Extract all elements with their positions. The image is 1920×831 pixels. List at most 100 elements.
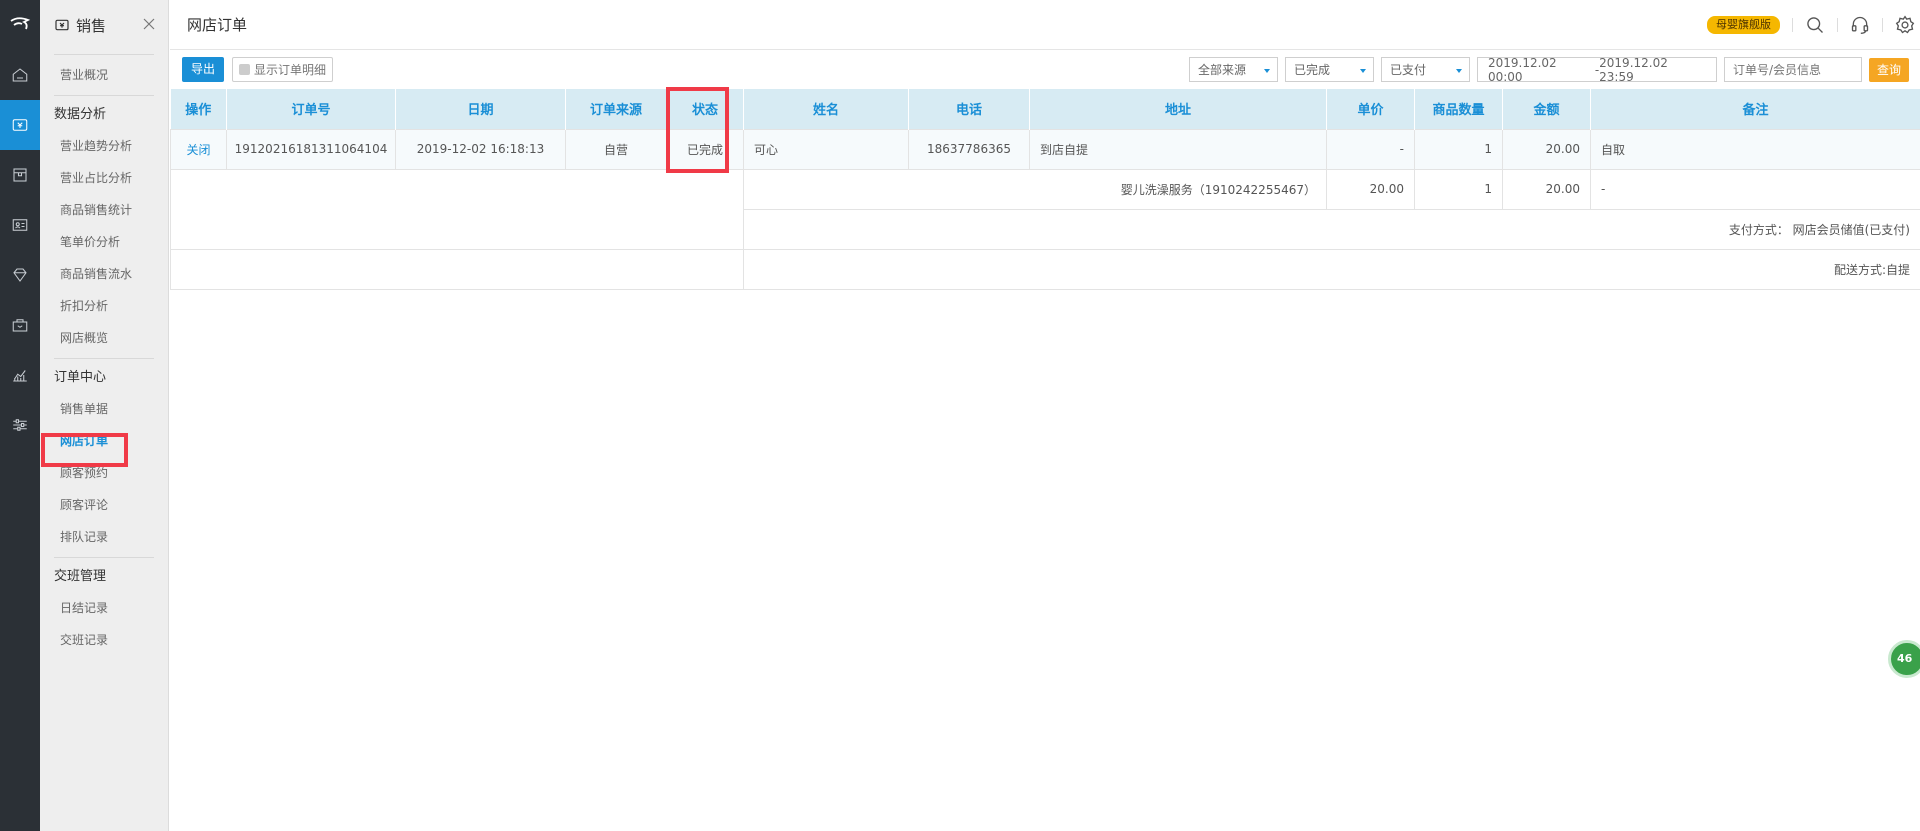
column-header: 订单号 <box>226 89 396 129</box>
status-select-value: 已完成 <box>1293 63 1330 77</box>
staff-icon[interactable] <box>0 300 40 350</box>
sales-icon <box>55 19 69 31</box>
checkbox-box[interactable] <box>239 63 251 75</box>
sidebar-item-discount[interactable]: 折扣分析 <box>40 290 168 322</box>
sidebar: 销售 营业概况 数据分析 营业趋势分析 营业占比分析 商品销售统计 笔单价分析 … <box>40 0 169 831</box>
close-order-link[interactable]: 关闭 <box>186 143 210 157</box>
divider <box>1837 18 1838 32</box>
app-rail <box>0 0 40 831</box>
highlight-box <box>41 433 128 467</box>
close-icon[interactable] <box>142 17 156 31</box>
empty-cell <box>170 248 744 290</box>
sidebar-header: 销售 <box>40 0 168 50</box>
home-icon[interactable] <box>0 50 40 100</box>
pay-select[interactable]: 已支付 <box>1380 57 1470 82</box>
customer-phone: 18637786365 <box>908 128 1030 170</box>
sidebar-item-goods-flow[interactable]: 商品销售流水 <box>40 258 168 290</box>
report-icon[interactable] <box>0 350 40 400</box>
show-detail-label: 显示订单明细 <box>254 62 327 77</box>
goods-icon[interactable] <box>0 150 40 200</box>
search-icon[interactable] <box>1805 15 1825 35</box>
divider <box>1882 18 1883 32</box>
show-detail-checkbox[interactable]: 显示订单明细 <box>232 56 334 82</box>
table-header: 操作 订单号 日期 订单来源 状态 姓名 电话 地址 单价 商品数量 金额 备注 <box>170 89 1920 129</box>
pay-select-value: 已支付 <box>1389 63 1426 77</box>
sidebar-item-overview[interactable]: 营业概况 <box>40 59 168 91</box>
delivery-method: 配送方式:自提 <box>743 248 1920 290</box>
sidebar-item-goods-stats[interactable]: 商品销售统计 <box>40 194 168 226</box>
date-range-picker[interactable]: 2019.12.02 00:00 - 2019.12.02 23:59 <box>1476 55 1717 84</box>
member-icon[interactable] <box>0 200 40 250</box>
sidebar-item-ticket-price[interactable]: 笔单价分析 <box>40 226 168 258</box>
orders-table: 操作 订单号 日期 订单来源 状态 姓名 电话 地址 单价 商品数量 金额 备注… <box>170 89 1920 290</box>
order-date: 2019-12-02 16:18:13 <box>395 128 566 170</box>
caret-down-icon <box>1359 69 1366 73</box>
column-header: 商品数量 <box>1414 89 1503 129</box>
filter-bar: 全部来源 已完成 已支付 2019.12.02 00:00 - 2019.12.… <box>1182 55 1909 84</box>
sidebar-item-reviews[interactable]: 顾客评论 <box>40 489 168 521</box>
table-row[interactable]: 关闭 19120216181311064104 2019-12-02 16:18… <box>170 128 1920 170</box>
headset-icon[interactable] <box>1850 15 1870 35</box>
divider <box>54 95 154 96</box>
column-header: 地址 <box>1029 89 1327 129</box>
product-name: 婴儿洗澡服务（1910242255467） <box>743 168 1327 210</box>
top-bar: 网店订单 母婴旗舰版 <box>170 0 1920 50</box>
sales-icon[interactable] <box>0 100 40 150</box>
customer-name: 可心 <box>743 128 909 170</box>
column-header: 备注 <box>1590 89 1920 129</box>
customer-address: 到店自提 <box>1029 128 1327 170</box>
sidebar-item-shift-records[interactable]: 交班记录 <box>40 624 168 656</box>
query-button[interactable]: 查询 <box>1868 57 1909 82</box>
sidebar-title: 销售 <box>76 16 107 35</box>
sidebar-group-orders: 订单中心 <box>54 370 107 385</box>
date-end: 2019.12.02 23:59 <box>1599 55 1668 84</box>
edition-badge: 母婴旗舰版 <box>1707 16 1780 34</box>
sidebar-item-queue[interactable]: 排队记录 <box>40 521 168 553</box>
settings-sliders-icon[interactable] <box>0 400 40 450</box>
sidebar-item-ratio[interactable]: 营业占比分析 <box>40 162 168 194</box>
logo-icon <box>0 0 40 50</box>
status-select[interactable]: 已完成 <box>1284 57 1374 82</box>
divider <box>54 358 154 359</box>
column-header: 姓名 <box>743 89 909 129</box>
table-row-delivery: 配送方式:自提 <box>170 248 1920 290</box>
caret-down-icon <box>1263 69 1270 73</box>
highlight-box <box>666 87 729 173</box>
divider <box>54 557 154 558</box>
caret-down-icon <box>1455 69 1462 73</box>
main-content: 网店订单 母婴旗舰版 导出 显示订单明细 全部来源 已完成 已支付 2019.1… <box>170 0 1920 831</box>
empty-cell <box>170 168 744 250</box>
order-number: 19120216181311064104 <box>226 128 396 170</box>
divider <box>1792 18 1793 32</box>
toolbar: 导出 显示订单明细 全部来源 已完成 已支付 2019.12.02 00:00 … <box>170 50 1920 88</box>
unit-price: - <box>1326 128 1415 170</box>
table-row-item: 婴儿洗澡服务（1910242255467） 20.00 1 20.00 - <box>170 168 1920 250</box>
item-amount: 20.00 <box>1502 168 1591 210</box>
order-amount: 20.00 <box>1502 128 1591 170</box>
sidebar-item-sales-docs[interactable]: 销售单据 <box>40 393 168 425</box>
floating-widget-button[interactable]: 46 <box>1888 640 1920 678</box>
sidebar-item-daily-close[interactable]: 日结记录 <box>40 592 168 624</box>
column-header: 电话 <box>908 89 1030 129</box>
item-unit-price: 20.00 <box>1326 168 1415 210</box>
column-header: 订单来源 <box>565 89 667 129</box>
export-button[interactable]: 导出 <box>182 56 225 82</box>
column-header: 金额 <box>1502 89 1591 129</box>
gear-icon[interactable] <box>1895 15 1915 35</box>
item-note: - <box>1590 168 1920 210</box>
order-source: 自营 <box>565 128 667 170</box>
sidebar-item-shop-overview[interactable]: 网店概览 <box>40 322 168 354</box>
source-select-value: 全部来源 <box>1197 63 1246 77</box>
divider <box>54 54 154 55</box>
column-header: 日期 <box>395 89 566 129</box>
item-quantity: 1 <box>1414 128 1503 170</box>
column-header: 操作 <box>170 89 227 129</box>
date-start: 2019.12.02 00:00 <box>1487 55 1557 84</box>
page-title: 网店订单 <box>187 16 248 34</box>
item-qty: 1 <box>1414 168 1503 210</box>
sidebar-item-trend[interactable]: 营业趋势分析 <box>40 130 168 162</box>
marketing-icon[interactable] <box>0 250 40 300</box>
order-note: 自取 <box>1590 128 1920 170</box>
order-search-input[interactable] <box>1723 57 1862 82</box>
source-select[interactable]: 全部来源 <box>1188 57 1278 82</box>
